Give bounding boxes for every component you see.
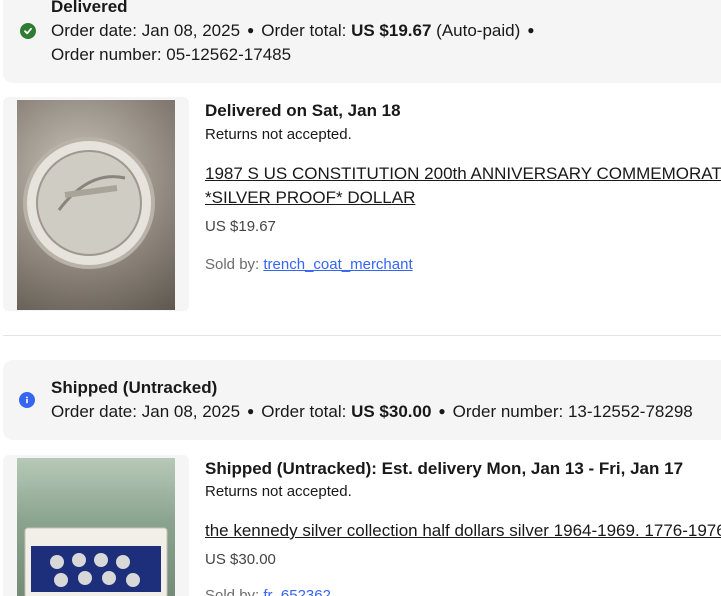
order-date: Jan 08, 2025 xyxy=(141,21,241,40)
check-circle-icon xyxy=(20,23,36,39)
item-price: US $30.00 xyxy=(205,551,276,568)
order-date-label: Order date: xyxy=(51,402,137,421)
seller-link[interactable]: fr_652362 xyxy=(263,587,331,596)
silver-dollar-coin-photo xyxy=(17,100,175,310)
delivery-status: Shipped (Untracked): Est. delivery Mon, … xyxy=(205,459,684,478)
seller-link[interactable]: trench_coat_merchant xyxy=(263,256,412,273)
auto-paid-note: (Auto-paid) xyxy=(436,21,521,40)
order-meta-line: Order date: Jan 08, 2025 ● Order total: US… xyxy=(51,21,542,41)
order-header: Delivered Order date: Jan 08, 2025 ● Order… xyxy=(3,0,721,83)
kennedy-coin-set-photo xyxy=(17,458,175,596)
sold-by: Sold by: fr_652362 xyxy=(205,587,331,596)
item-title-link[interactable]: the kennedy silver collection half dolla… xyxy=(205,521,721,541)
order-total-label: Order total: xyxy=(261,21,347,40)
returns-policy: Returns not accepted. xyxy=(205,483,352,500)
separator-dot: ● xyxy=(438,404,446,418)
info-icon xyxy=(19,392,35,408)
order-meta-line: Order date: Jan 08, 2025 ● Order total: US… xyxy=(51,402,693,422)
order-total: US $19.67 xyxy=(351,21,432,40)
item-thumbnail[interactable] xyxy=(3,97,189,311)
order-number-line: Order number: 05-12562-17485 xyxy=(51,45,291,65)
order-total-label: Order total: xyxy=(261,402,347,421)
separator-dot: ● xyxy=(247,404,255,418)
sold-by: Sold by: trench_coat_merchant xyxy=(205,256,413,273)
order-status: Delivered xyxy=(51,0,128,16)
item-title-link-continued[interactable]: *SILVER PROOF* DOLLAR xyxy=(205,188,415,208)
separator-dot: ● xyxy=(247,23,255,37)
order-divider xyxy=(3,335,721,336)
item-thumbnail[interactable] xyxy=(3,455,189,596)
order-status: Shipped (Untracked) xyxy=(51,378,218,397)
sold-by-label: Sold by: xyxy=(205,587,260,596)
sold-by-label: Sold by: xyxy=(205,256,260,273)
order-number-label: Order number: xyxy=(452,402,564,421)
order-number-label: Order number: xyxy=(51,45,162,64)
order-date: Jan 08, 2025 xyxy=(141,402,241,421)
separator-dot: ● xyxy=(527,23,535,37)
delivery-status: Delivered on Sat, Jan 18 xyxy=(205,101,401,120)
order-number: 05-12562-17485 xyxy=(166,45,292,64)
order-date-label: Order date: xyxy=(51,21,137,40)
order-number: 13-12552-78298 xyxy=(567,402,693,421)
order-header: Shipped (Untracked) Order date: Jan 08, … xyxy=(3,360,721,440)
order-total: US $30.00 xyxy=(351,402,432,421)
returns-policy: Returns not accepted. xyxy=(205,126,352,143)
item-title-link[interactable]: 1987 S US CONSTITUTION 200th ANNIVERSARY… xyxy=(205,164,721,184)
item-price: US $19.67 xyxy=(205,218,276,235)
